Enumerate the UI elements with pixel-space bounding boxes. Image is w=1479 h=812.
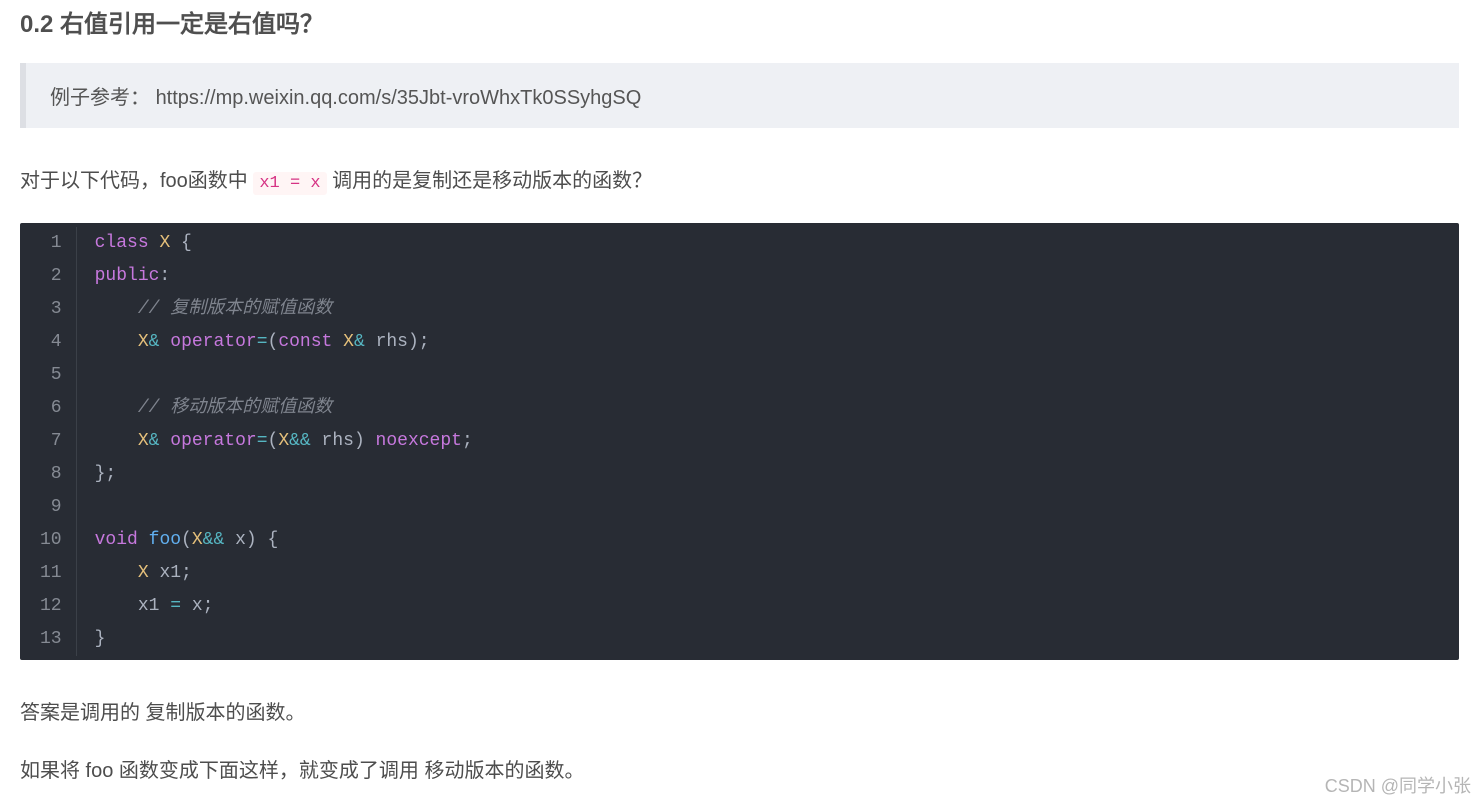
reference-link[interactable]: https://mp.weixin.qq.com/s/35Jbt-vroWhxT…	[156, 87, 642, 109]
code-token: x1	[95, 596, 171, 616]
line-number: 4	[40, 326, 62, 359]
code-line: class X {	[95, 227, 1441, 260]
inline-code: x1 = x	[253, 172, 326, 195]
paragraph-3: 如果将 foo 函数变成下面这样，就变成了调用 移动版本的函数。	[20, 754, 1459, 788]
code-token: rhs);	[365, 332, 430, 352]
quote-prefix: 例子参考：	[50, 87, 150, 109]
line-number: 5	[40, 359, 62, 392]
code-token	[159, 332, 170, 352]
code-token: class	[95, 233, 149, 253]
code-line: };	[95, 458, 1441, 491]
code-token: (	[181, 530, 192, 550]
code-token	[149, 233, 160, 253]
code-line: public:	[95, 260, 1441, 293]
code-line: X x1;	[95, 557, 1441, 590]
code-line: }	[95, 623, 1441, 656]
line-number: 2	[40, 260, 62, 293]
code-line	[95, 359, 1441, 392]
line-number: 8	[40, 458, 62, 491]
code-token	[95, 431, 138, 451]
code-token: };	[95, 464, 117, 484]
code-token: // 移动版本的赋值函数	[138, 398, 332, 418]
line-number: 13	[40, 623, 62, 656]
code-token: rhs)	[311, 431, 376, 451]
code-line: // 移动版本的赋值函数	[95, 392, 1441, 425]
code-token: operator	[170, 431, 256, 451]
code-token: &&	[289, 431, 311, 451]
line-number: 3	[40, 293, 62, 326]
line-number: 11	[40, 557, 62, 590]
code-token	[95, 563, 138, 583]
line-number: 7	[40, 425, 62, 458]
line-number: 9	[40, 491, 62, 524]
code-token: (	[268, 431, 279, 451]
code-token: X	[192, 530, 203, 550]
code-token: X	[159, 233, 170, 253]
code-line	[95, 491, 1441, 524]
code-token: =	[257, 332, 268, 352]
code-token	[138, 530, 149, 550]
code-token: X	[343, 332, 354, 352]
code-token: (	[268, 332, 279, 352]
code-token: X	[138, 563, 149, 583]
paragraph-1: 对于以下代码，foo函数中 x1 = x 调用的是复制还是移动版本的函数？	[20, 164, 1459, 199]
line-number: 6	[40, 392, 62, 425]
code-token: &	[354, 332, 365, 352]
code-content: class X {public: // 复制版本的赋值函数 X& operato…	[77, 227, 1459, 656]
code-token	[95, 299, 138, 319]
code-token: }	[95, 629, 106, 649]
code-token: X	[278, 431, 289, 451]
code-token: =	[170, 596, 181, 616]
code-token: ;	[462, 431, 473, 451]
code-line: // 复制版本的赋值函数	[95, 293, 1441, 326]
para1-after: 调用的是复制还是移动版本的函数？	[327, 170, 653, 192]
code-token	[95, 398, 138, 418]
code-token: :	[159, 266, 170, 286]
code-token: void	[95, 530, 138, 550]
code-token: x) {	[224, 530, 278, 550]
code-token: foo	[149, 530, 181, 550]
code-token: {	[170, 233, 192, 253]
code-token	[95, 332, 138, 352]
code-line: void foo(X&& x) {	[95, 524, 1441, 557]
reference-quote: 例子参考： https://mp.weixin.qq.com/s/35Jbt-v…	[20, 63, 1459, 128]
code-token: X	[138, 332, 149, 352]
code-token: x1;	[149, 563, 192, 583]
code-token: =	[257, 431, 268, 451]
code-token: &&	[203, 530, 225, 550]
line-number: 1	[40, 227, 62, 260]
code-token: const	[278, 332, 332, 352]
section-heading: 0.2 右值引用一定是右值吗？	[20, 4, 1459, 39]
code-token: // 复制版本的赋值函数	[138, 299, 332, 319]
para1-before: 对于以下代码，foo函数中	[20, 170, 253, 192]
code-token: &	[149, 332, 160, 352]
code-token	[159, 431, 170, 451]
line-number: 10	[40, 524, 62, 557]
code-token	[332, 332, 343, 352]
code-token: public	[95, 266, 160, 286]
line-number: 12	[40, 590, 62, 623]
code-token: noexcept	[376, 431, 462, 451]
code-line: X& operator=(X&& rhs) noexcept;	[95, 425, 1441, 458]
code-token: X	[138, 431, 149, 451]
code-token: &	[149, 431, 160, 451]
code-gutter: 12345678910111213	[20, 227, 77, 656]
code-line: X& operator=(const X& rhs);	[95, 326, 1441, 359]
code-token: operator	[170, 332, 256, 352]
code-token: x;	[181, 596, 213, 616]
code-line: x1 = x;	[95, 590, 1441, 623]
code-block: 12345678910111213 class X {public: // 复制…	[20, 223, 1459, 660]
paragraph-2: 答案是调用的 复制版本的函数。	[20, 696, 1459, 730]
